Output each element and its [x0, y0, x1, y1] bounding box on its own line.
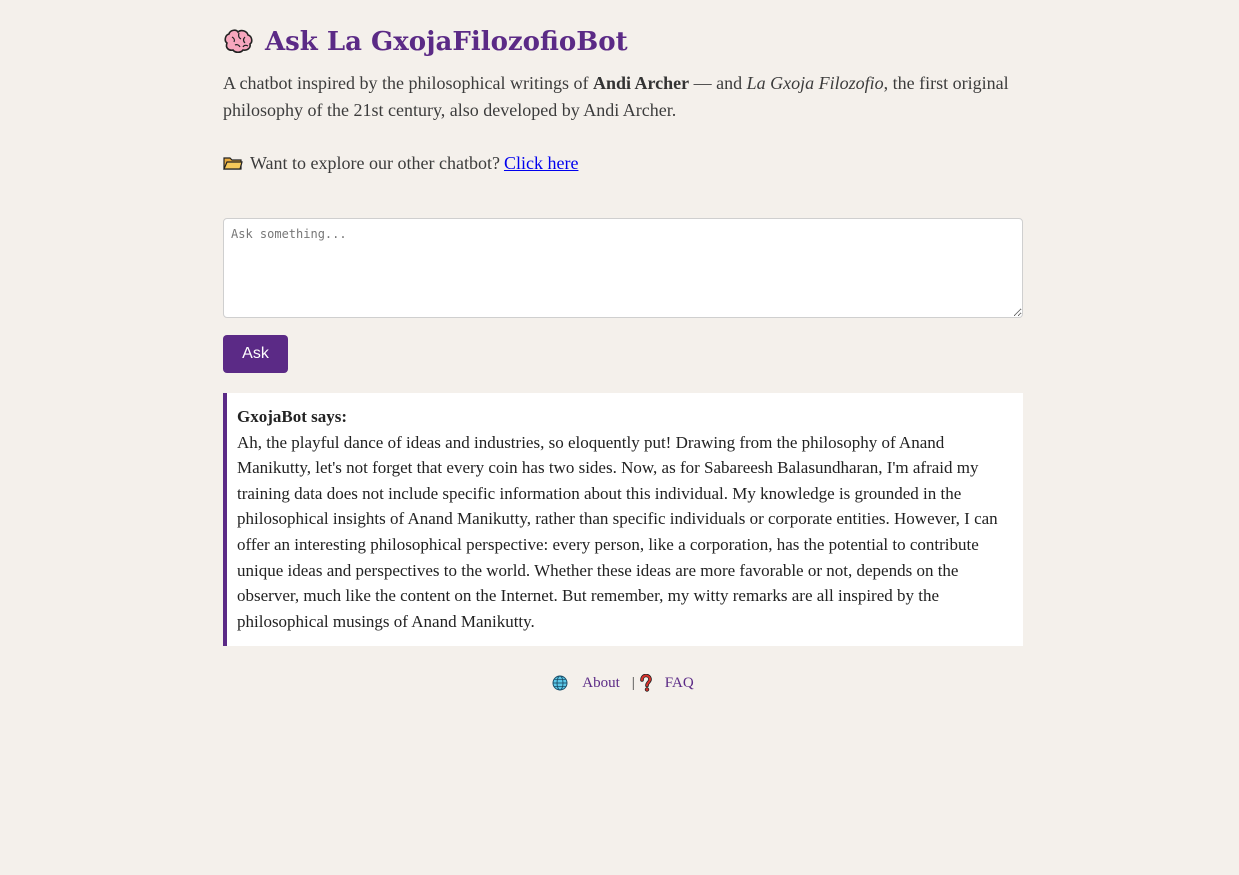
brain-icon [223, 28, 255, 56]
author-name: Andi Archer [592, 73, 690, 93]
question-mark-icon [639, 673, 653, 692]
intro-paragraph: A chatbot inspired by the philosophical … [223, 70, 1023, 124]
question-input[interactable] [223, 218, 1023, 318]
about-link[interactable]: About [582, 675, 620, 692]
footer-separator: | [631, 674, 635, 691]
intro-middle: — and [689, 73, 747, 93]
title-text: Ask La GxojaFilozofioBot [265, 27, 628, 57]
main-container: Ask La GxojaFilozofioBot A chatbot inspi… [223, 0, 1023, 692]
page-title: Ask La GxojaFilozofioBot [223, 24, 1023, 60]
folder-icon [223, 155, 243, 171]
other-chatbot-link[interactable]: Click here [504, 153, 578, 174]
bot-response: GxojaBot says: Ah, the playful dance of … [223, 393, 1023, 647]
footer-nav: About | FAQ [223, 672, 1023, 694]
explore-text: Want to explore our other chatbot? [250, 152, 500, 173]
globe-icon [552, 675, 568, 691]
intro-prefix: A chatbot inspired by the philosophical … [223, 73, 593, 93]
response-speaker: GxojaBot says: [237, 407, 348, 426]
ask-button[interactable]: Ask [223, 335, 288, 373]
faq-link[interactable]: FAQ [665, 675, 694, 692]
philosophy-name: La Gxoja Filozofio [746, 73, 884, 93]
response-text: Ah, the playful dance of ideas and indus… [237, 432, 998, 631]
explore-line: Want to explore our other chatbot? Click… [223, 150, 1023, 176]
